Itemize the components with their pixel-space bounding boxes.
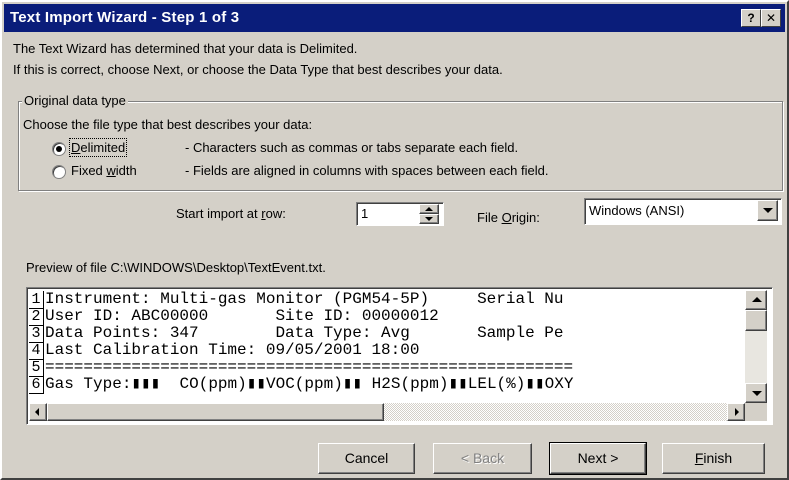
row-number: 6 [29, 376, 44, 394]
spin-down-button[interactable] [419, 214, 439, 224]
vertical-scroll-thumb[interactable] [745, 310, 767, 331]
preview-caption: Preview of file C:\WINDOWS\Desktop\TextE… [26, 260, 326, 275]
delimited-description: - Characters such as commas or tabs sepa… [185, 140, 519, 155]
file-origin-label-post: rigin: [511, 210, 540, 225]
fixed-width-radio[interactable] [52, 165, 66, 179]
help-button[interactable]: ? [741, 9, 761, 27]
row-text: Gas Type:▮▮▮ CO(ppm)▮▮VOC(ppm)▮▮ H2S(ppm… [45, 375, 574, 393]
delimited-label-post: elimited [80, 140, 126, 155]
text-import-wizard-dialog: Text Import Wizard - Step 1 of 3 ? ✕ The… [0, 0, 789, 480]
scroll-right-button[interactable] [727, 403, 745, 421]
finish-button[interactable]: Finish [662, 443, 765, 474]
preview-row: 3 Data Points: 347 Data Type: Avg Sample … [29, 324, 564, 343]
file-origin-dropdown-button[interactable] [757, 200, 778, 221]
row-number: 4 [29, 342, 44, 360]
preview-row: 1 Instrument: Multi-gas Monitor (PGM54-5P… [29, 290, 564, 309]
row-number: 1 [29, 291, 44, 309]
intro-line-1: The Text Wizard has determined that your… [13, 41, 358, 56]
file-origin-accesskey: O [501, 210, 512, 225]
row-text: Last Calibration Time: 09/05/2001 18:00 [45, 341, 420, 359]
delimited-radio[interactable] [52, 142, 66, 156]
radio-selected-dot [56, 146, 62, 152]
row-number: 5 [29, 359, 44, 377]
scroll-down-button[interactable] [745, 383, 767, 403]
start-import-label-post: ow: [265, 206, 286, 221]
horizontal-scrollbar[interactable] [29, 403, 745, 421]
fixed-width-description: - Fields are aligned in columns with spa… [185, 163, 549, 178]
fixed-width-label-pre: Fixed [71, 163, 107, 178]
fixed-width-radio-label[interactable]: Fixed width [71, 163, 137, 178]
triangle-up-icon [752, 297, 762, 302]
triangle-right-icon [735, 408, 739, 416]
horizontal-scroll-thumb[interactable] [47, 403, 384, 421]
triangle-down-icon [752, 391, 762, 396]
spin-down-icon [425, 217, 433, 221]
cancel-button[interactable]: Cancel [318, 443, 415, 474]
start-import-label-pre: Start import at [176, 206, 262, 221]
row-text: User ID: ABC00000 Site ID: 00000012 [45, 307, 439, 325]
group-legend: Original data type [22, 93, 128, 108]
delimited-radio-label[interactable]: Delimited [68, 138, 128, 157]
triangle-left-icon [35, 408, 39, 416]
file-origin-select[interactable]: Windows (ANSI) [584, 198, 782, 225]
scroll-left-button[interactable] [29, 403, 47, 421]
start-row-value[interactable]: 1 [361, 206, 368, 221]
finish-label-rest: inish [703, 450, 733, 466]
scrollbar-corner [745, 403, 767, 421]
delimited-accesskey: D [71, 140, 81, 155]
scroll-up-button[interactable] [745, 290, 767, 310]
start-row-spinner[interactable]: 1 [356, 202, 444, 226]
window-title: Text Import Wizard - Step 1 of 3 [10, 9, 240, 26]
next-button[interactable]: Next > [549, 442, 647, 475]
row-text: Instrument: Multi-gas Monitor (PGM54-5P)… [45, 290, 564, 308]
file-preview[interactable]: 1 Instrument: Multi-gas Monitor (PGM54-5P… [26, 287, 773, 425]
file-origin-label-pre: File [477, 210, 502, 225]
row-number: 2 [29, 308, 44, 326]
file-type-prompt: Choose the file type that best describes… [23, 117, 313, 132]
vertical-scrollbar[interactable] [745, 290, 767, 403]
intro-line-2: If this is correct, choose Next, or choo… [13, 62, 503, 77]
fixed-width-accesskey: w [106, 163, 116, 178]
spin-up-button[interactable] [419, 204, 439, 214]
preview-row: 5 =======================================… [29, 358, 574, 377]
start-import-label: Start import at row: [176, 206, 286, 221]
row-number: 3 [29, 325, 44, 343]
preview-row: 6 Gas Type:▮▮▮ CO(ppm)▮▮VOC(ppm)▮▮ H2S(pp… [29, 375, 574, 394]
file-origin-label: File Origin: [477, 210, 540, 225]
back-button[interactable]: < Back [433, 443, 532, 474]
row-text: Data Points: 347 Data Type: Avg Sample P… [45, 324, 564, 342]
file-origin-value: Windows (ANSI) [589, 203, 685, 218]
close-button[interactable]: ✕ [761, 9, 781, 27]
title-bar[interactable]: Text Import Wizard - Step 1 of 3 ? ✕ [4, 4, 785, 32]
spin-up-icon [425, 207, 433, 211]
fixed-width-label-post: idth [115, 163, 137, 178]
chevron-down-icon [763, 208, 773, 213]
row-text: ========================================… [45, 358, 574, 376]
preview-row: 2 User ID: ABC00000 Site ID: 00000012 [29, 307, 439, 326]
preview-row: 4 Last Calibration Time: 09/05/2001 18:00 [29, 341, 420, 360]
